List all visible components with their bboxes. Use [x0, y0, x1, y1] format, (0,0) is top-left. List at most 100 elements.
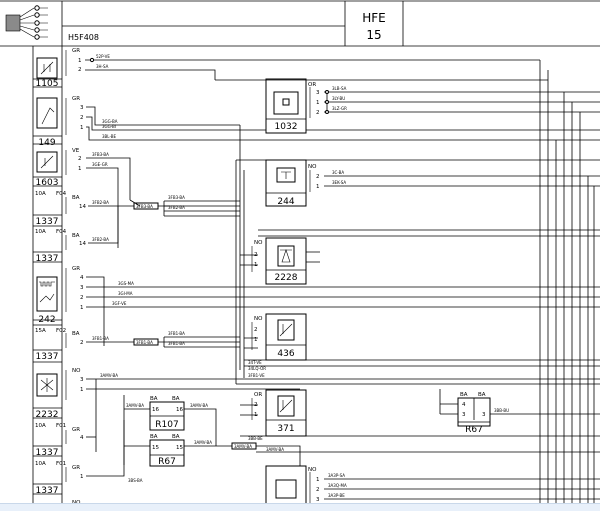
svg-text:1105: 1105 — [36, 79, 59, 89]
component-242: 242 GR 4 3 2 1 3GS-MA 3GI-MA 3GF-VE — [33, 266, 600, 346]
svg-text:2: 2 — [80, 295, 84, 301]
svg-text:3AMV-BA: 3AMV-BA — [234, 444, 252, 449]
svg-text:3GF-VE: 3GF-VE — [112, 301, 127, 306]
svg-text:3EK-SA: 3EK-SA — [332, 180, 346, 185]
svg-text:3BL-BE: 3BL-BE — [102, 134, 116, 139]
component-244: 244 NO 2 1 3C-BA 3EK-SA — [265, 159, 600, 207]
svg-text:2: 2 — [78, 67, 82, 73]
svg-text:2: 2 — [80, 115, 84, 121]
svg-text:3FB1-BA: 3FB1-BA — [136, 340, 153, 345]
fuse-1337-e: 10A F01 1337 GR 1 3BS-BA — [33, 420, 143, 496]
sheet-title: HFE — [362, 11, 386, 25]
component-371: OR 2 1 371 3BB-BE — [248, 389, 307, 441]
svg-text:GR: GR — [72, 465, 80, 471]
component-1603: 1603 VE 2 1 3FB3-BA 3GE-GR — [33, 148, 131, 248]
svg-text:1: 1 — [254, 412, 258, 418]
svg-text:1: 1 — [316, 477, 320, 483]
svg-text:1337: 1337 — [36, 448, 59, 458]
svg-text:3AMV-BA: 3AMV-BA — [190, 403, 208, 408]
svg-text:10A: 10A — [35, 191, 46, 197]
svg-text:3AMV-BA: 3AMV-BA — [126, 403, 144, 408]
svg-text:2232: 2232 — [36, 410, 59, 420]
wiring-diagram: H5F408 HFE 15 1105 GR 1 2 52P-VE 3H-SA 1… — [0, 0, 600, 507]
svg-text:3: 3 — [482, 412, 486, 418]
svg-text:149: 149 — [38, 138, 55, 148]
svg-text:F04: F04 — [56, 229, 67, 235]
svg-text:NO: NO — [308, 164, 317, 170]
svg-text:242: 242 — [38, 315, 55, 325]
title-block: H5F408 HFE 15 — [0, 0, 600, 47]
svg-text:NO: NO — [72, 368, 81, 374]
svg-text:16: 16 — [152, 407, 159, 413]
svg-text:3AMV-BA: 3AMV-BA — [100, 373, 118, 378]
svg-text:3LY-BU: 3LY-BU — [332, 96, 345, 101]
svg-text:GR: GR — [72, 48, 80, 54]
svg-text:3FB1-BA: 3FB1-BA — [92, 336, 109, 341]
svg-text:4: 4 — [80, 275, 84, 281]
svg-text:3H-SA: 3H-SA — [96, 64, 109, 69]
svg-text:1: 1 — [316, 184, 320, 190]
svg-text:GR: GR — [72, 266, 80, 272]
svg-text:16: 16 — [176, 407, 183, 413]
svg-text:1337: 1337 — [36, 254, 59, 264]
diagram-code: H5F408 — [68, 33, 99, 42]
svg-text:4: 4 — [462, 402, 466, 408]
svg-text:3LZ-GR: 3LZ-GR — [332, 106, 347, 111]
component-436: NO 2 1 436 — [251, 313, 307, 361]
svg-text:3GG-BI: 3GG-BI — [102, 124, 116, 129]
svg-text:2: 2 — [316, 110, 320, 116]
svg-text:3: 3 — [80, 105, 84, 111]
splice-3fb1: 3FB1-BA 3FB1-BA 3FB1-BA — [133, 331, 240, 348]
svg-text:3: 3 — [80, 377, 84, 383]
svg-text:34LQ-OR: 34LQ-OR — [248, 366, 266, 371]
svg-text:3: 3 — [80, 285, 84, 291]
svg-text:15: 15 — [176, 445, 183, 451]
svg-text:3LB-SA: 3LB-SA — [332, 86, 347, 91]
svg-text:BA: BA — [460, 392, 468, 398]
svg-text:3FB2-BA: 3FB2-BA — [168, 205, 185, 210]
svg-text:BA: BA — [150, 434, 158, 440]
svg-text:BA: BA — [478, 392, 486, 398]
svg-text:1: 1 — [80, 474, 84, 480]
svg-text:NO: NO — [254, 316, 263, 322]
svg-text:2: 2 — [254, 252, 258, 258]
svg-text:4: 4 — [80, 435, 84, 441]
svg-text:15: 15 — [152, 445, 159, 451]
svg-text:2: 2 — [316, 174, 320, 180]
svg-text:1: 1 — [316, 100, 320, 106]
svg-text:3A3P-SA: 3A3P-SA — [328, 473, 345, 478]
svg-text:1: 1 — [254, 337, 258, 343]
svg-text:3A3P-BE: 3A3P-BE — [328, 493, 345, 498]
svg-text:3FB2-BA: 3FB2-BA — [92, 237, 109, 242]
svg-text:BA: BA — [72, 233, 80, 239]
svg-text:15A: 15A — [35, 328, 46, 334]
svg-text:3GS-MA: 3GS-MA — [118, 281, 134, 286]
svg-text:3GE-GR: 3GE-GR — [92, 162, 108, 167]
fuse-1337-c: 15A F02 1337 BA 2 3FB1-BA — [33, 328, 140, 363]
svg-text:OR: OR — [254, 392, 262, 398]
svg-text:3FB1-BA: 3FB1-BA — [168, 341, 185, 346]
svg-text:GR: GR — [72, 427, 80, 433]
svg-text:436: 436 — [277, 349, 294, 359]
svg-text:14: 14 — [79, 241, 86, 247]
svg-text:2: 2 — [78, 156, 82, 162]
sheet-number: 15 — [366, 28, 381, 42]
component-1032: 1032 OR 3 1 2 3LB-SA 3LY-BU 3LZ-GR — [265, 78, 600, 134]
svg-text:10A: 10A — [35, 461, 46, 467]
svg-text:244: 244 — [277, 197, 294, 207]
svg-text:VE: VE — [72, 148, 80, 154]
svg-text:F01: F01 — [56, 423, 66, 429]
component-2232: 2232 NO 3 1 3AMV-BA — [33, 368, 600, 452]
svg-text:371: 371 — [277, 424, 294, 434]
svg-text:3BS-BA: 3BS-BA — [128, 478, 143, 483]
svg-text:1032: 1032 — [275, 122, 298, 132]
svg-text:1: 1 — [80, 125, 84, 131]
svg-text:3A3Q-MA: 3A3Q-MA — [328, 483, 347, 488]
svg-text:3BB-BU: 3BB-BU — [494, 408, 509, 413]
svg-text:BA: BA — [172, 434, 180, 440]
svg-text:BA: BA — [172, 396, 180, 402]
svg-text:1: 1 — [80, 387, 84, 393]
svg-text:NO: NO — [254, 240, 263, 246]
svg-text:14: 14 — [79, 204, 86, 210]
splice-3fb3: 3FB3-BA 3FB3-BA 3FB2-BA — [129, 195, 240, 217]
